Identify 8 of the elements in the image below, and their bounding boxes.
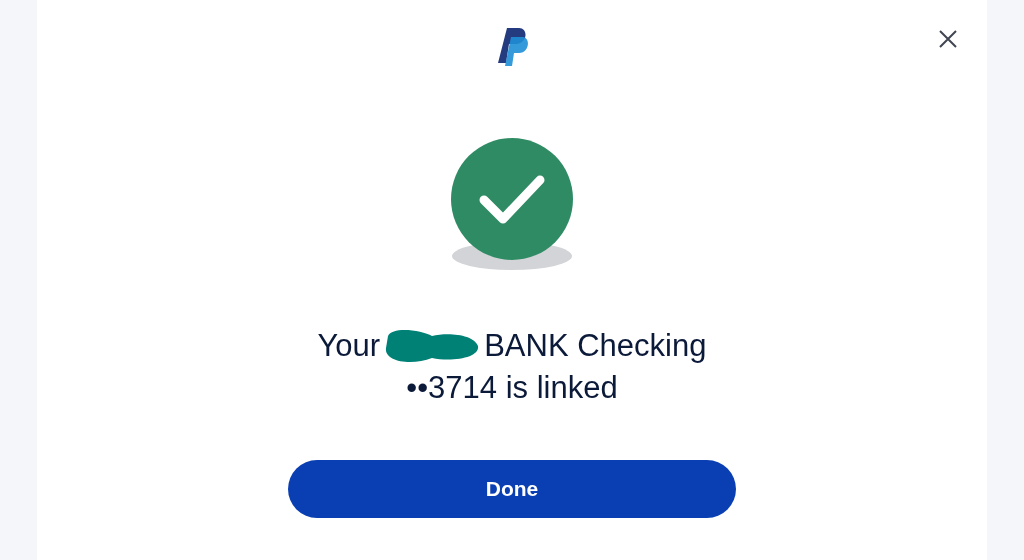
message-text: Your bbox=[317, 327, 381, 365]
close-icon bbox=[939, 30, 957, 48]
message-text: ••3714 is linked bbox=[406, 369, 618, 407]
message-text: BANK Checking bbox=[484, 327, 707, 365]
close-button[interactable] bbox=[937, 28, 959, 50]
success-check-icon bbox=[450, 138, 574, 270]
done-button[interactable]: Done bbox=[288, 460, 736, 518]
logo-icon bbox=[495, 28, 529, 66]
